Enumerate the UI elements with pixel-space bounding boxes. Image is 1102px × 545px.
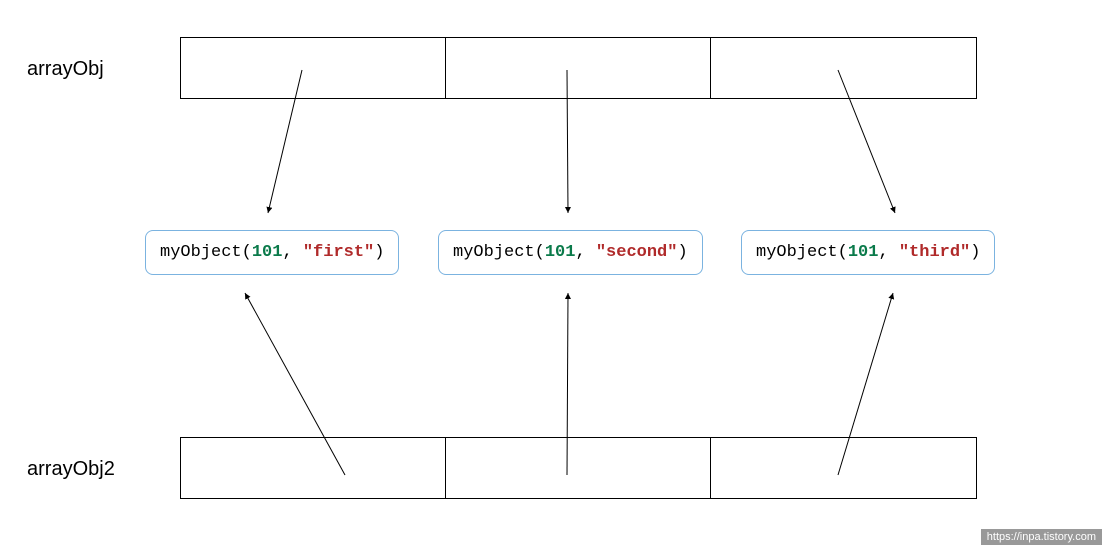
object-string: "second" xyxy=(596,243,678,262)
object-box-2: myObject(101, "second") xyxy=(438,230,703,275)
array-cell xyxy=(711,38,976,98)
object-number: 101 xyxy=(848,243,879,262)
function-name: myObject xyxy=(160,243,242,262)
function-name: myObject xyxy=(453,243,535,262)
object-box-1: myObject(101, "first") xyxy=(145,230,399,275)
array-cell xyxy=(181,438,446,498)
array-label-top: arrayObj xyxy=(27,58,104,81)
array-cell xyxy=(446,38,711,98)
object-string: "first" xyxy=(303,243,374,262)
array-row-top xyxy=(180,37,977,99)
array-row-bottom xyxy=(180,437,977,499)
array-cell xyxy=(711,438,976,498)
array-cell xyxy=(181,38,446,98)
object-box-3: myObject(101, "third") xyxy=(741,230,995,275)
object-string: "third" xyxy=(899,243,970,262)
object-number: 101 xyxy=(545,243,576,262)
array-label-bottom: arrayObj2 xyxy=(27,458,115,481)
watermark: https://inpa.tistory.com xyxy=(981,529,1102,545)
array-cell xyxy=(446,438,711,498)
function-name: myObject xyxy=(756,243,838,262)
object-number: 101 xyxy=(252,243,283,262)
